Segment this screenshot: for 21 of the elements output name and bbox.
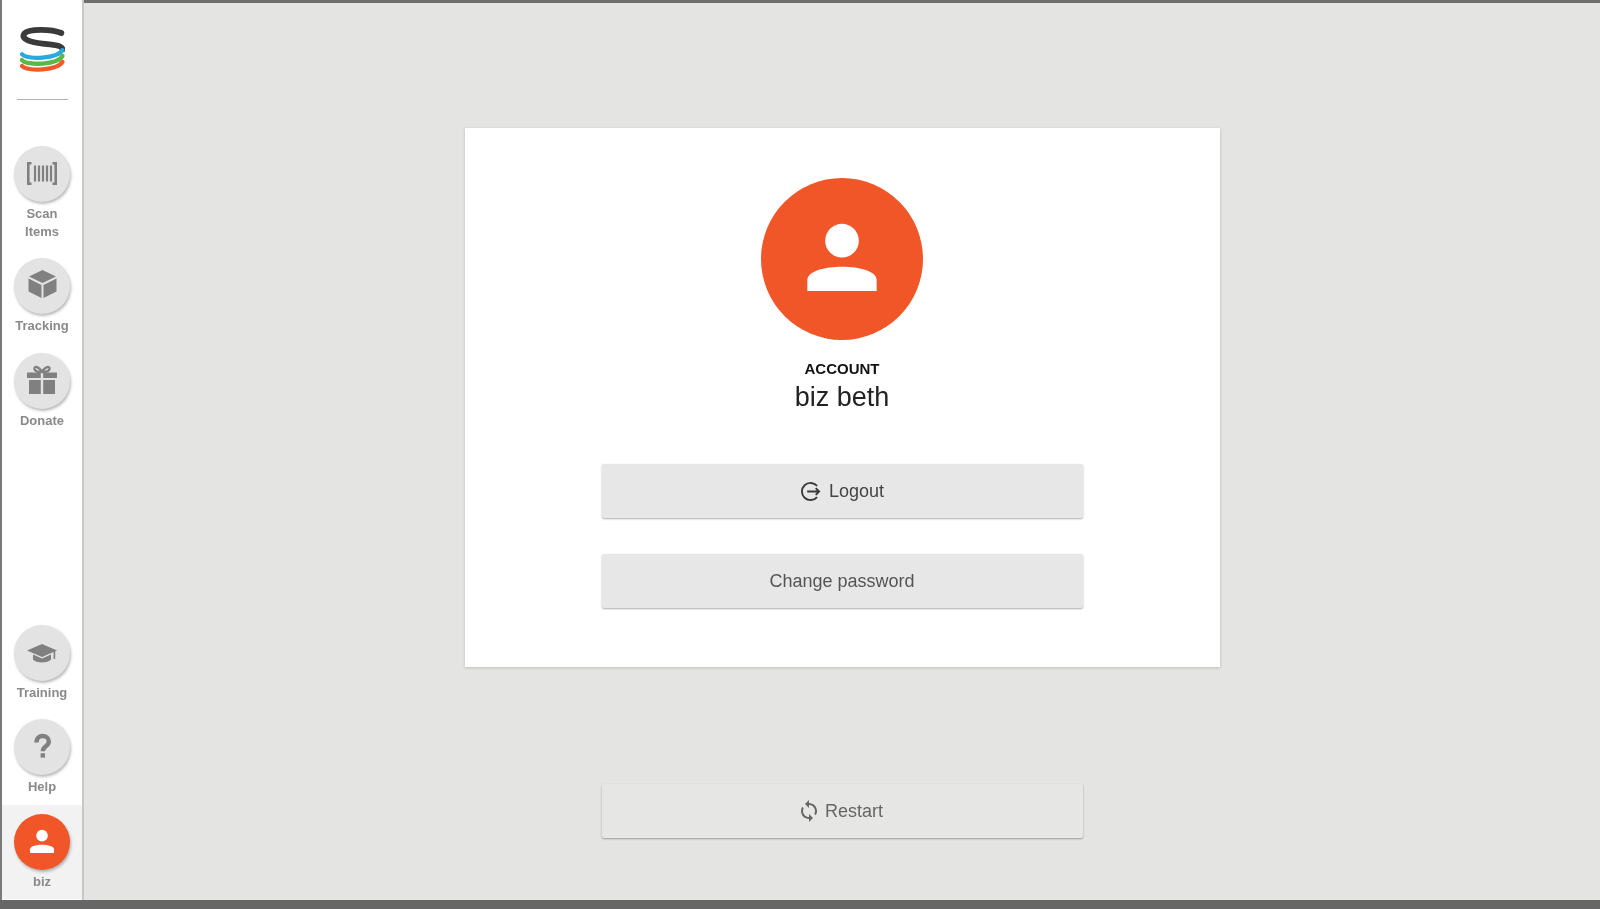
nav-item[interactable]: Scan Items — [2, 137, 82, 249]
person-icon — [14, 813, 70, 870]
question-mark-icon — [14, 719, 70, 775]
logo-icon — [19, 26, 65, 73]
circular-arrows-icon — [801, 800, 817, 822]
logout-button[interactable]: Logout — [601, 464, 1083, 518]
nav-item[interactable]: Training — [2, 615, 82, 710]
logout-icon — [799, 480, 821, 502]
cube-icon — [14, 258, 70, 314]
graduation-cap-icon — [14, 624, 70, 681]
account-heading: ACCOUNT — [804, 359, 880, 378]
restart-button[interactable]: Restart — [601, 784, 1083, 838]
barcode-icon — [14, 146, 70, 202]
gift-icon — [14, 352, 70, 409]
nav-item[interactable]: Help — [2, 710, 82, 805]
avatar-icon — [761, 177, 923, 340]
account-name: biz beth — [794, 381, 890, 412]
change-password-button[interactable]: Change password — [601, 554, 1083, 608]
nav-item[interactable]: Tracking — [2, 249, 82, 344]
nav-item[interactable]: Donate — [2, 343, 82, 438]
nav-item[interactable]: biz — [2, 804, 82, 899]
